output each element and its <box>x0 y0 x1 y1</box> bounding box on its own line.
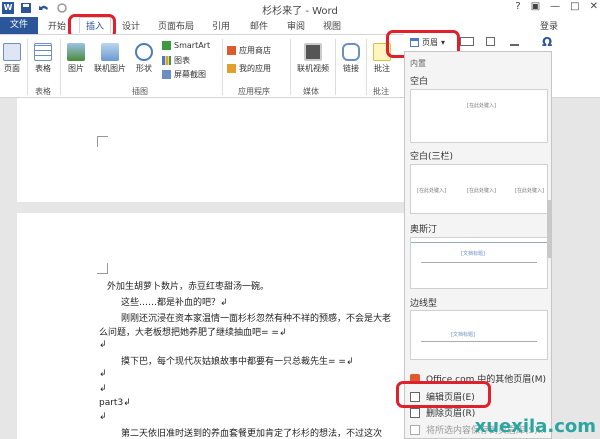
tab-layout[interactable]: 页面布局 <box>158 19 194 32</box>
watermark: xuexila.com <box>474 416 596 437</box>
tab-review[interactable]: 审阅 <box>287 19 305 32</box>
tab-home[interactable]: 开始 <box>48 19 66 32</box>
table-icon <box>34 43 52 61</box>
placeholder-text: [在此处键入] <box>515 188 544 194</box>
maximize-icon[interactable]: □ <box>570 1 579 12</box>
help-icon[interactable]: ? <box>515 1 520 12</box>
table-button[interactable]: 表格 <box>31 43 55 74</box>
group-illustrations-label: 插图 <box>132 87 148 96</box>
crop-mark <box>97 136 108 147</box>
shapes-icon <box>135 43 153 61</box>
quick-parts-icon <box>486 37 495 46</box>
paragraph-line: 摸下巴，每个现代灰姑娘故事中都要有一只总裁先生= =↲ <box>121 357 354 367</box>
placeholder-text: [文档标题] <box>451 332 475 338</box>
shapes-button[interactable]: 形状 <box>131 43 157 74</box>
gallery-item-austin[interactable]: [文档标题] <box>410 237 548 289</box>
signature-icon <box>510 37 519 46</box>
online-video-button[interactable]: 联机视频 <box>293 43 333 74</box>
online-picture-icon <box>101 43 119 61</box>
group-media-label: 媒体 <box>303 87 319 96</box>
my-apps-button[interactable]: 我的应用 <box>227 63 271 74</box>
placeholder-text: [在此处键入] <box>467 188 496 194</box>
gallery-item-label: 空白(三栏) <box>410 152 454 162</box>
gallery-section-label: 内置 <box>410 59 426 68</box>
window-controls: ? ▣ — □ ✕ <box>515 1 598 12</box>
cover-page-button[interactable]: 页面 <box>1 43 23 74</box>
smartart-icon <box>162 41 171 50</box>
close-icon[interactable]: ✕ <box>590 1 598 12</box>
tab-file[interactable]: 文件 <box>0 17 38 34</box>
store-button[interactable]: 应用商店 <box>227 45 271 56</box>
tab-view[interactable]: 视图 <box>323 19 341 32</box>
placeholder-text: [文档标题] <box>461 251 485 257</box>
quick-parts-button[interactable] <box>486 37 495 46</box>
paragraph-line: 这些……都是补血的吧？↲ <box>121 298 228 308</box>
picture-icon <box>67 43 85 61</box>
screenshot-button[interactable]: 屏幕截图 <box>162 69 206 80</box>
paragraph-line: 刚刚还沉浸在资本家温情一面杉杉忽然有种不祥的预感，不会是大老 <box>121 314 392 324</box>
gallery-item-label: 奥斯汀 <box>410 225 438 235</box>
paragraph-line: ↲ <box>99 412 107 422</box>
delete-header-icon <box>410 407 420 418</box>
tab-references[interactable]: 引用 <box>212 19 230 32</box>
tab-design[interactable]: 设计 <box>122 19 140 32</box>
paragraph-line: ↲ <box>99 340 107 350</box>
link-button[interactable]: 链接 <box>338 43 364 74</box>
gallery-item-label: 边线型 <box>410 299 438 309</box>
paragraph-line: part3↲ <box>99 398 131 408</box>
smartart-button[interactable]: SmartArt <box>162 41 210 50</box>
picture-button[interactable]: 图片 <box>63 43 89 74</box>
minimize-icon[interactable]: — <box>550 1 560 12</box>
login-link[interactable]: 登录 <box>540 19 558 32</box>
document-page <box>17 98 407 202</box>
ribbon-display-icon[interactable]: ▣ <box>531 1 540 12</box>
paragraph-line: ↲ <box>99 384 107 394</box>
placeholder-text: [在此处键入] <box>467 103 496 109</box>
group-comments-label: 批注 <box>373 87 389 96</box>
gallery-item-blank[interactable]: [在此处键入] <box>410 89 548 143</box>
group-tables-label: 表格 <box>35 87 51 96</box>
textbox-icon <box>460 37 474 46</box>
link-icon <box>342 43 360 61</box>
chart-button[interactable]: 图表 <box>162 55 190 66</box>
edit-header-highlight <box>396 381 491 408</box>
paragraph-line: ↲ <box>99 369 107 379</box>
signature-line-button[interactable] <box>510 37 519 46</box>
gallery-item-label: 空白 <box>410 77 429 87</box>
gallery-item-blank-three-column[interactable]: [在此处键入] [在此处键入] [在此处键入] <box>410 164 548 214</box>
tab-mailings[interactable]: 邮件 <box>250 19 268 32</box>
my-apps-icon <box>227 64 236 73</box>
crop-mark <box>97 263 108 274</box>
save-to-gallery-icon <box>410 424 420 435</box>
gallery-item-sideline[interactable]: [文档标题] <box>410 310 548 360</box>
textbox-button[interactable] <box>460 37 474 46</box>
cover-page-icon <box>3 43 21 61</box>
store-icon <box>227 46 236 55</box>
paragraph-line: 外加生胡萝卜数片，赤豆红枣甜汤一碗。 <box>107 282 270 292</box>
online-picture-button[interactable]: 联机图片 <box>91 43 129 74</box>
symbol-icon[interactable]: Ω <box>542 35 552 49</box>
paragraph-line: 么问题，大老板想把她养肥了继续抽血吧= =↲ <box>99 328 287 338</box>
chart-icon <box>162 56 171 65</box>
gallery-scrollbar[interactable] <box>547 200 552 258</box>
paragraph-line: 第二天依旧准时送到的养血套餐更加肯定了杉杉的想法，不过这次 <box>121 429 383 439</box>
screenshot-icon <box>162 70 171 79</box>
placeholder-text: [在此处键入] <box>417 188 446 194</box>
video-icon <box>304 43 322 61</box>
group-apps-label: 应用程序 <box>238 87 270 96</box>
